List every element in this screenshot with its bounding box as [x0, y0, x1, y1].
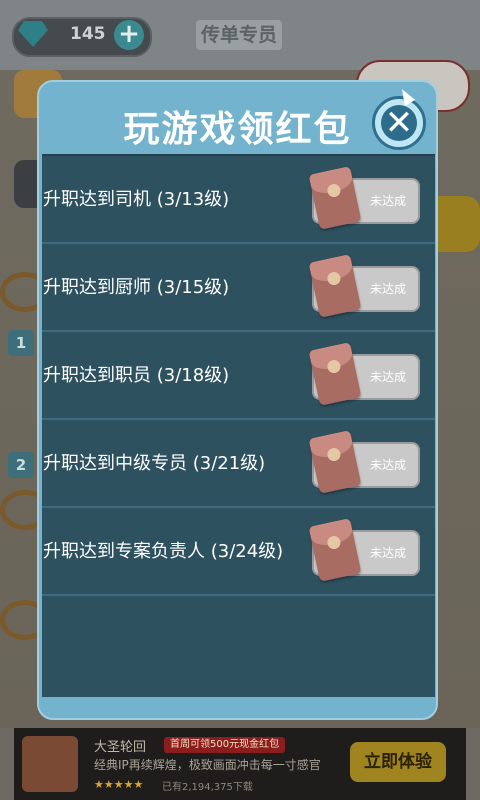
ad-banner[interactable]: 大圣轮回 首周可领500元现金红包 经典IP再续辉煌，极致画面冲击每一寸感官 ★…	[14, 728, 466, 800]
ad-description: 经典IP再续辉煌，极致画面冲击每一寸感官	[94, 758, 321, 772]
red-envelope-icon	[308, 342, 362, 406]
gem-count: 145	[70, 24, 106, 44]
red-envelope-icon	[308, 518, 362, 582]
claim-button[interactable]: 未达成	[308, 342, 420, 406]
task-list: 升职达到司机 (3/13级) 未达成 升职达到厨师 (3/15级) 未达成 升职…	[42, 154, 435, 697]
level-marker: 2	[8, 452, 34, 478]
task-row: 升职达到职员 (3/18级) 未达成	[42, 332, 435, 420]
ad-downloads: 已有2,194,375下载	[162, 782, 253, 793]
ad-title: 大圣轮回	[94, 740, 147, 755]
task-label: 升职达到职员 (3/18级)	[43, 365, 230, 386]
red-packet-modal: 玩游戏领红包 ✕ 升职达到司机 (3/13级) 未达成 升职达到厨师 (3/15…	[37, 80, 438, 720]
task-row: 升职达到专案负责人 (3/24级) 未达成	[42, 508, 435, 596]
claim-button-label: 未达成	[369, 458, 406, 472]
claim-button-label: 未达成	[369, 194, 406, 208]
ad-badge: 首周可领500元现金红包	[164, 737, 286, 753]
ad-cta-button[interactable]: 立即体验	[350, 742, 446, 782]
add-gems-button[interactable]: +	[114, 20, 144, 50]
level-marker: 1	[8, 330, 34, 356]
task-row: 升职达到厨师 (3/15级) 未达成	[42, 244, 435, 332]
task-label: 升职达到中级专员 (3/21级)	[43, 453, 266, 474]
rank-title: 传单专员	[196, 20, 282, 50]
claim-button[interactable]: 未达成	[308, 518, 420, 582]
rating-stars: ★★★★★	[94, 778, 144, 791]
claim-button-label: 未达成	[369, 546, 406, 560]
claim-button-label: 未达成	[369, 282, 406, 296]
task-label: 升职达到司机 (3/13级)	[43, 189, 230, 210]
red-envelope-icon	[308, 166, 362, 230]
task-label: 升职达到厨师 (3/15级)	[43, 277, 230, 298]
red-envelope-icon	[308, 430, 362, 494]
task-row: 升职达到中级专员 (3/21级) 未达成	[42, 420, 435, 508]
close-icon: ✕	[384, 103, 414, 143]
claim-button-label: 未达成	[369, 370, 406, 384]
ad-thumbnail[interactable]	[22, 736, 78, 792]
claim-button[interactable]: 未达成	[308, 430, 420, 494]
close-button[interactable]: ✕	[372, 96, 426, 150]
task-row: 升职达到司机 (3/13级) 未达成	[42, 156, 435, 244]
claim-button[interactable]: 未达成	[308, 254, 420, 318]
task-label: 升职达到专案负责人 (3/24级)	[43, 541, 284, 562]
red-envelope-icon	[308, 254, 362, 318]
claim-button[interactable]: 未达成	[308, 166, 420, 230]
